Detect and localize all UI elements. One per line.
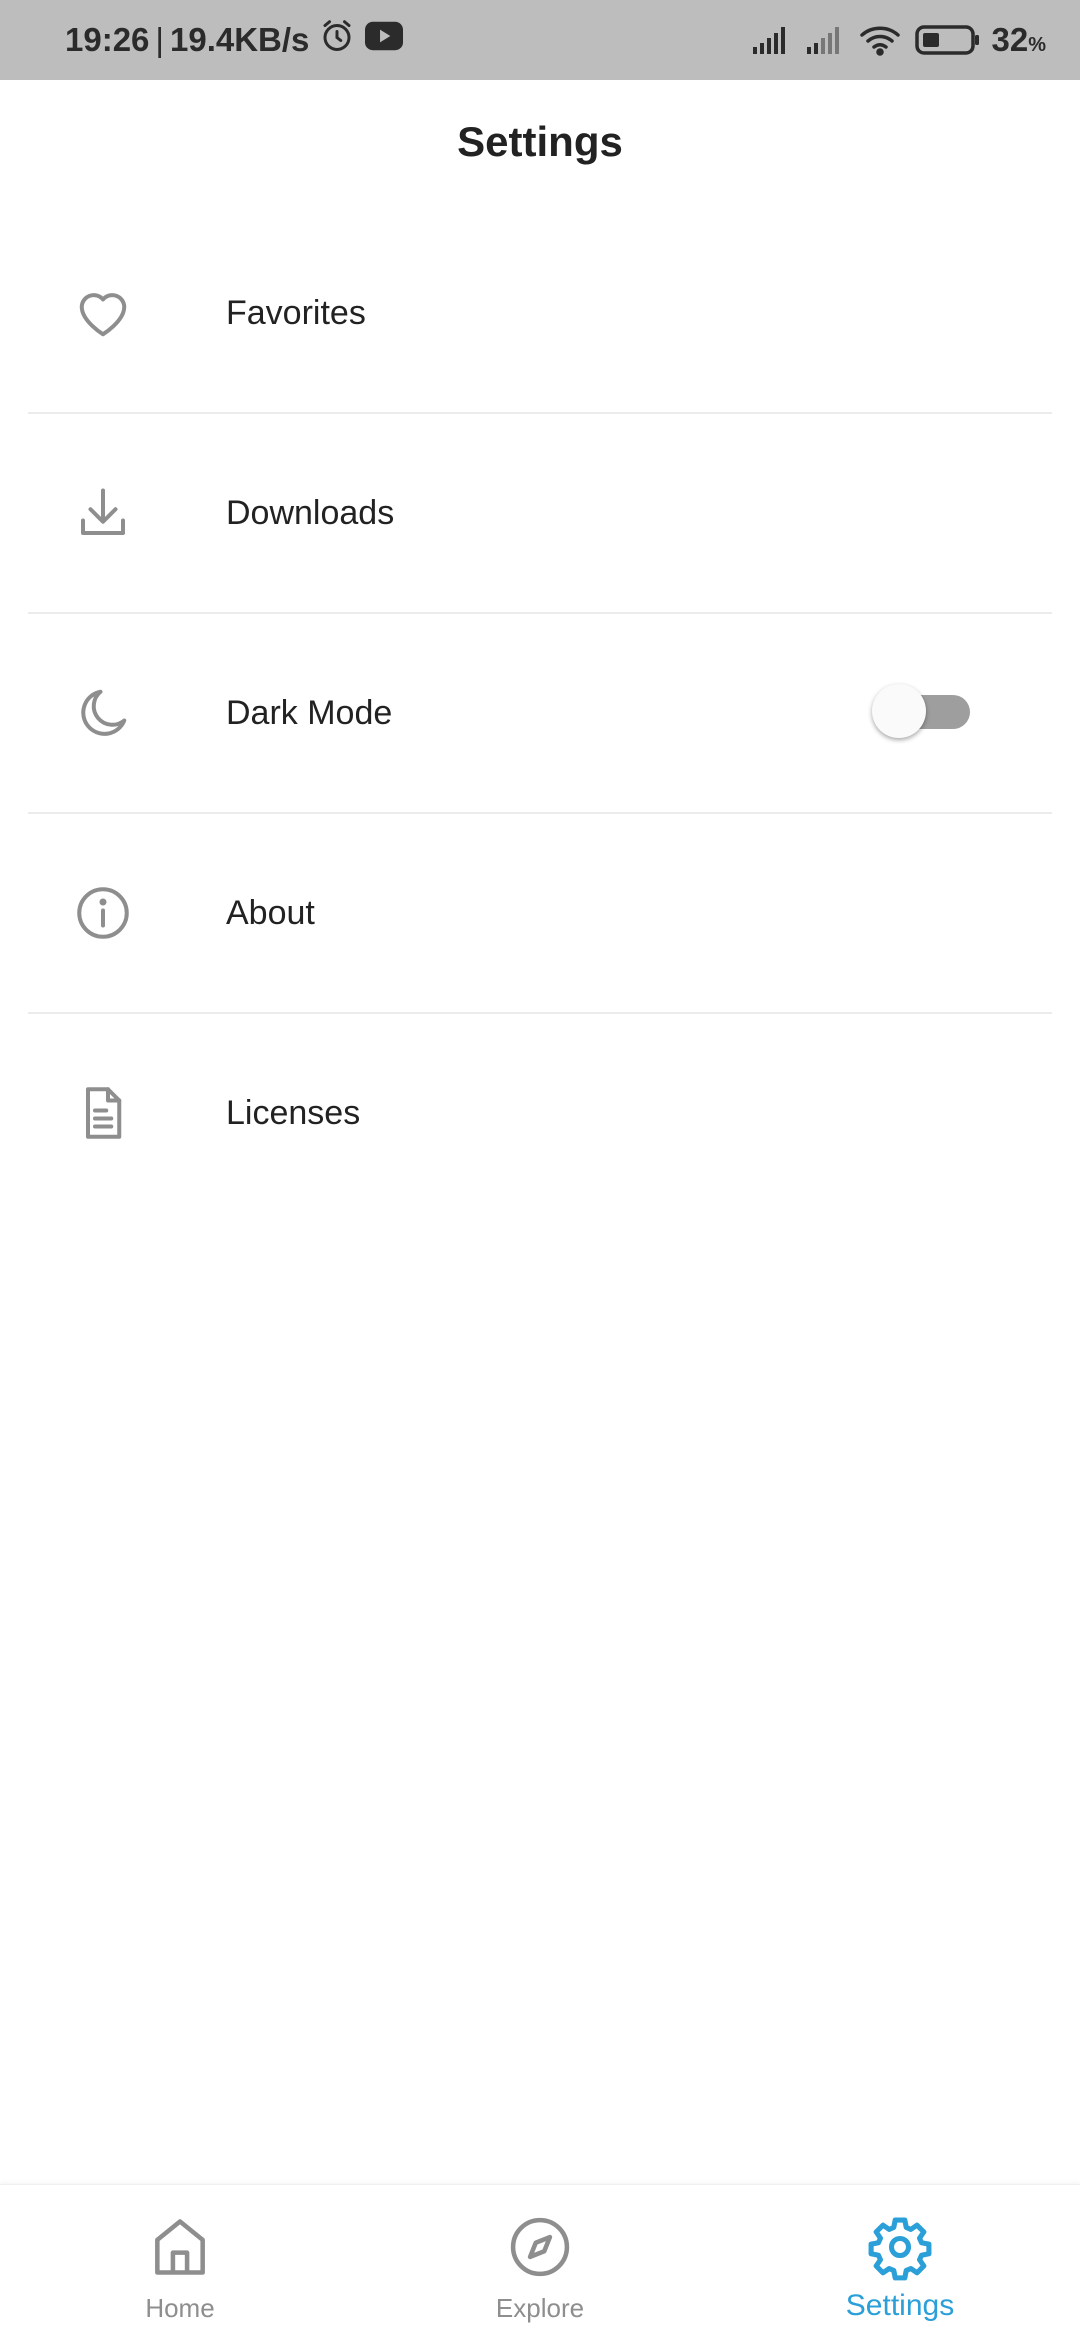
nav-label-explore: Explore [495,2293,585,2323]
battery-icon [901,24,981,56]
compass-icon [506,2213,574,2281]
signal-icon [791,25,845,55]
heart-icon [73,283,133,343]
nav-item-settings[interactable]: Settings [720,2185,1080,2341]
settings-item-label: About [226,894,315,932]
nav-label-home: Home [145,2293,215,2323]
settings-item-downloads[interactable]: Downloads [28,414,1052,614]
status-bar: 19:26 | 19.4KB/s 32% [0,0,1080,80]
status-time: 19:26 [65,21,150,58]
moon-icon [73,683,133,743]
download-icon [73,483,133,543]
gear-icon [866,2213,934,2281]
wifi-icon [845,24,901,56]
settings-item-licenses[interactable]: Licenses [28,1014,1052,1212]
settings-list: Favorites Downloads Dark Mode About Lice… [0,214,1080,1212]
dark-mode-toggle[interactable] [872,684,972,740]
nav-item-explore[interactable]: Explore [360,2185,720,2341]
settings-item-label: Downloads [226,494,395,532]
settings-item-label: Favorites [226,294,366,332]
settings-item-dark-mode[interactable]: Dark Mode [28,614,1052,814]
page-title: Settings [457,118,623,165]
settings-item-label: Licenses [226,1094,361,1132]
nav-item-home[interactable]: Home [0,2185,360,2341]
settings-item-about[interactable]: About [28,814,1052,1014]
status-separator: | [155,21,164,58]
battery-percent-value: 32 [991,21,1029,58]
home-icon [146,2213,214,2281]
battery-percent-unit: % [1028,34,1046,56]
toggle-thumb [872,684,926,738]
youtube-icon [365,21,404,59]
bottom-nav: Home Explore Settings [0,2184,1080,2341]
nav-label-settings: Settings [845,2289,955,2322]
document-icon [73,1083,133,1143]
battery-percent: 32% [991,21,1046,59]
settings-item-label: Dark Mode [226,694,393,732]
settings-item-favorites[interactable]: Favorites [28,214,1052,414]
status-left: 19:26 | 19.4KB/s [65,0,404,80]
status-right: 32% [737,0,1046,80]
signal-icon [737,25,791,55]
alarm-icon [319,18,355,62]
info-icon [73,883,133,943]
status-network-speed: 19.4KB/s [169,21,310,58]
